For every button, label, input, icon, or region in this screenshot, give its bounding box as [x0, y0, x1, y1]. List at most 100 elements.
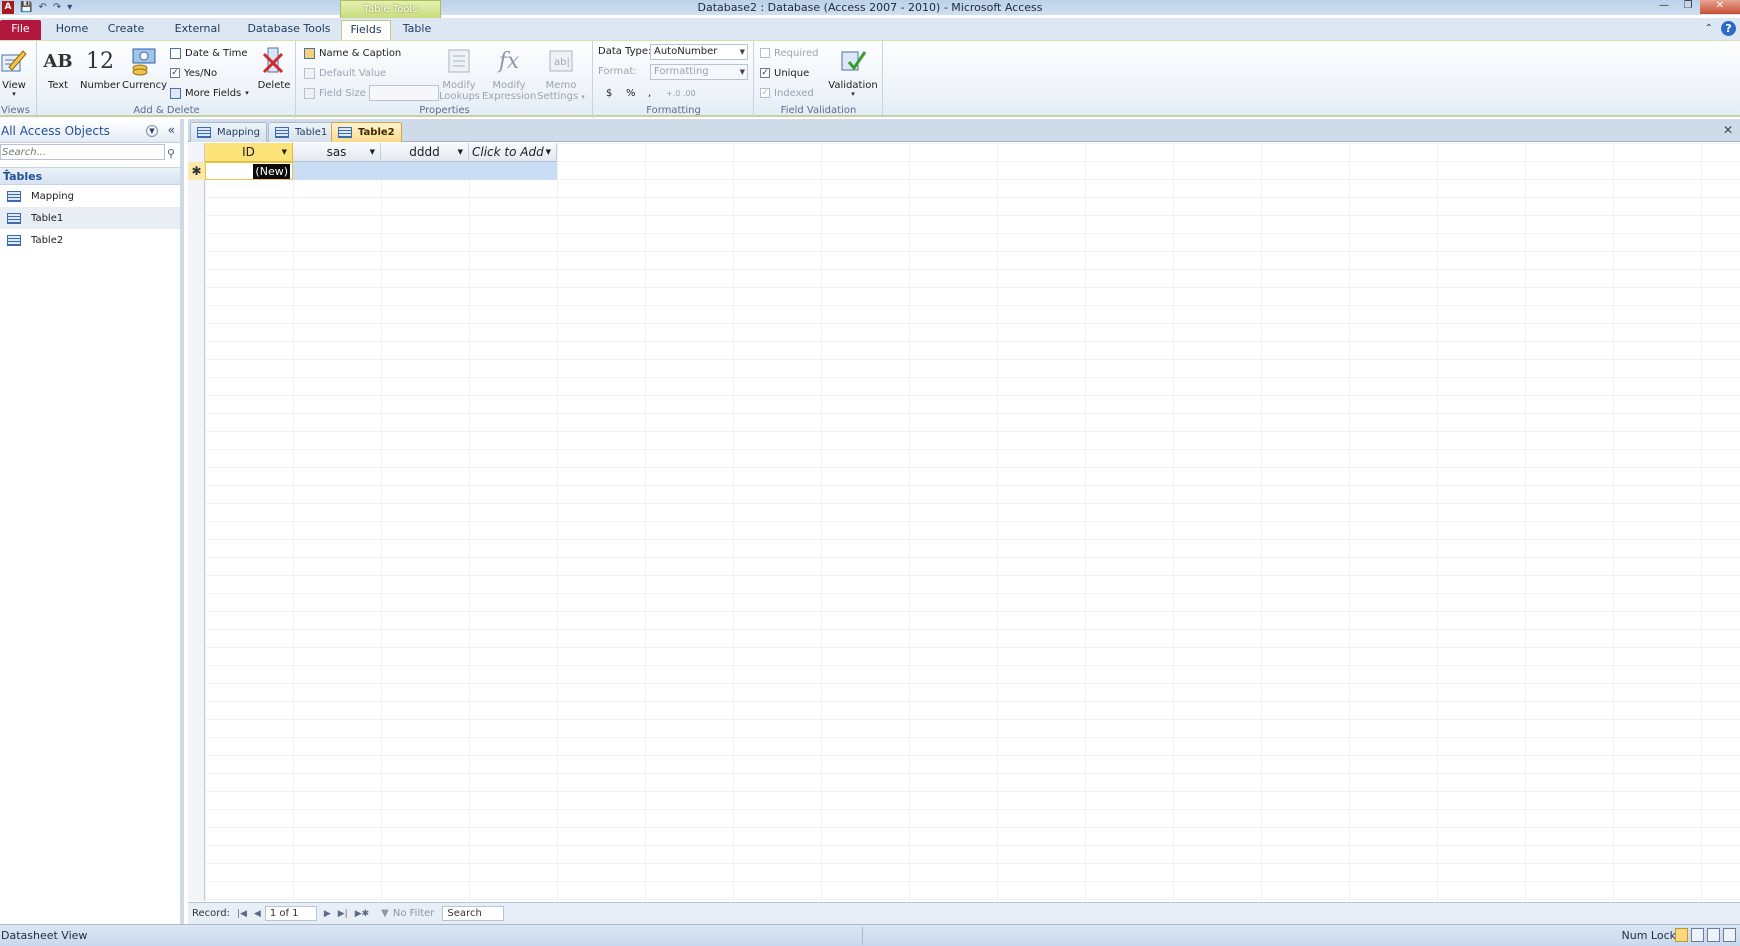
navigation-pane: All Access Objects ▼ « ⚲ Tables ⌃ Mappin… [0, 119, 184, 924]
table-icon [7, 234, 21, 246]
last-record-icon[interactable]: ▶| [338, 909, 348, 919]
current-record-input[interactable]: 1 of 1 [264, 906, 317, 921]
ribbon: View ▾ Views AB Text 12 Number Currency … [0, 40, 1740, 118]
close-window-button[interactable]: ✕ [1700, 0, 1740, 14]
format-select[interactable]: Formatting ▼ [650, 64, 748, 80]
nav-pane-header[interactable]: All Access Objects ▼ « [0, 119, 180, 143]
increase-decimals-button[interactable]: +.0 .00 [666, 84, 696, 102]
text-field-button[interactable]: AB Text [43, 45, 73, 92]
minimize-button[interactable]: — [1652, 0, 1676, 14]
new-record-icon[interactable]: ▶✱ [355, 909, 369, 919]
data-type-select[interactable]: AutoNumber ▼ [650, 44, 748, 60]
modify-lookups-button[interactable]: Modify Lookups [439, 45, 480, 102]
name-caption-button[interactable]: Name & Caption [304, 44, 401, 62]
tab-table[interactable]: Table [396, 20, 438, 40]
validation-button[interactable]: Validation ▾ [827, 45, 879, 98]
close-document-icon[interactable]: ✕ [1723, 123, 1733, 137]
nav-group-tables[interactable]: Tables ⌃ [0, 167, 180, 185]
table-icon [275, 127, 289, 138]
first-record-icon[interactable]: |◀ [237, 909, 247, 919]
title-bar: A 💾 ↶ ↷ ▾ Database2 : Database (Access 2… [0, 0, 1740, 15]
next-record-icon[interactable]: ▶ [324, 909, 331, 919]
design-view-icon[interactable] [1723, 928, 1736, 942]
column-header-click-to-add[interactable]: Click to Add ▼ [469, 143, 557, 162]
datasheet[interactable]: ID ▼ sas ▼ dddd ▼ Click to Add ▼ ✱ (New) [188, 143, 1740, 901]
nav-item-table2[interactable]: Table2 [0, 229, 180, 251]
window-title: Database2 : Database (Access 2007 - 2010… [697, 1, 1043, 14]
column-header-id[interactable]: ID ▼ [205, 143, 293, 162]
status-view-name: Datasheet View [1, 929, 88, 942]
new-record-selector[interactable]: ✱ [188, 162, 205, 180]
tab-file[interactable]: File [0, 20, 41, 40]
currency-format-button[interactable]: $ [606, 84, 612, 102]
memo-settings-button[interactable]: ab| Memo Settings ▾ [537, 45, 585, 103]
nav-search-input[interactable] [0, 144, 165, 160]
number-field-button[interactable]: 12 Number [80, 45, 120, 92]
data-type-label: Data Type: [598, 46, 652, 57]
field-size-input[interactable] [369, 85, 439, 101]
column-header-dddd[interactable]: dddd ▼ [381, 143, 469, 162]
column-dropdown-icon[interactable]: ▼ [282, 143, 287, 161]
date-time-button[interactable]: Date & Time [170, 44, 248, 62]
tab-create[interactable]: Create [103, 20, 149, 40]
modify-expression-button[interactable]: fx Modify Expression [482, 45, 536, 103]
tab-home[interactable]: Home [52, 20, 92, 40]
record-search-input[interactable]: Search [442, 906, 505, 921]
document-area: Mapping Table1 Table2 ✕ ID ▼ sas ▼ dddd ▼ C… [188, 119, 1740, 924]
document-tabs: Mapping Table1 Table2 ✕ [188, 119, 1740, 142]
new-record-row[interactable] [293, 162, 557, 180]
memo-icon: ab| [537, 45, 585, 77]
table-icon [338, 127, 352, 138]
tab-database-tools[interactable]: Database Tools [245, 20, 333, 40]
pivotchart-view-icon[interactable] [1707, 928, 1720, 942]
percent-format-button[interactable]: % [626, 84, 636, 102]
nav-item-table1[interactable]: Table1 [0, 207, 180, 229]
comma-format-button[interactable]: , [648, 84, 651, 102]
record-navigation-bar: Record: |◀ ◀ 1 of 1 ▶ ▶| ▶✱ ▼ No Filter … [188, 902, 1740, 924]
tab-fields[interactable]: Fields [341, 20, 391, 40]
filter-icon: ▼ [381, 908, 389, 919]
lookups-icon [439, 45, 479, 77]
view-button[interactable]: View ▾ [0, 45, 28, 98]
collapse-group-icon[interactable]: ⌃ [3, 169, 170, 179]
indexed-checkbox[interactable]: ✓ Indexed [760, 84, 814, 102]
column-dropdown-icon[interactable]: ▼ [546, 143, 551, 161]
nav-menu-dropdown-icon[interactable]: ▼ [146, 125, 158, 137]
nav-search: ⚲ [0, 144, 180, 164]
no-filter-indicator[interactable]: ▼ No Filter [381, 908, 434, 919]
record-selector-column [188, 143, 205, 901]
name-caption-icon [304, 47, 315, 59]
nav-item-mapping[interactable]: Mapping [0, 185, 180, 207]
default-value-button[interactable]: Default Value [304, 64, 386, 82]
window-controls: — ❐ ✕ [1652, 0, 1740, 14]
column-header-sas[interactable]: sas ▼ [293, 143, 381, 162]
maximize-button[interactable]: ❐ [1676, 0, 1700, 14]
datasheet-view-icon[interactable] [1675, 928, 1688, 942]
required-checkbox[interactable]: Required [760, 44, 819, 62]
more-fields-icon [170, 87, 181, 99]
delete-icon [256, 45, 292, 77]
collapse-nav-icon[interactable]: « [168, 123, 175, 137]
doc-tab-table2[interactable]: Table2 [331, 122, 402, 142]
minimize-ribbon-icon[interactable]: ⌃ [1705, 23, 1713, 34]
field-size-label: Field Size [304, 84, 366, 102]
doc-tab-table1[interactable]: Table1 [268, 122, 335, 142]
doc-tab-mapping[interactable]: Mapping [190, 122, 267, 142]
help-icon[interactable]: ? [1721, 21, 1736, 36]
currency-field-button[interactable]: Currency [122, 45, 167, 91]
tab-external-data[interactable]: External Data [160, 20, 235, 53]
nav-pane-title[interactable]: All Access Objects [1, 124, 110, 138]
unique-checkbox[interactable]: ✓ Unique [760, 64, 809, 82]
previous-record-icon[interactable]: ◀ [254, 909, 261, 919]
column-dropdown-icon[interactable]: ▼ [370, 143, 375, 161]
search-icon[interactable]: ⚲ [167, 147, 175, 160]
more-fields-button[interactable]: More Fields ▾ [170, 84, 249, 102]
delete-field-button[interactable]: Delete [256, 45, 292, 91]
column-dropdown-icon[interactable]: ▼ [458, 143, 463, 161]
views-group-label: Views [1, 105, 30, 116]
help-area: ⌃ ? [1705, 21, 1736, 36]
id-cell-new[interactable]: (New) [205, 162, 293, 180]
yes-no-button[interactable]: ✓ Yes/No [170, 64, 217, 82]
validation-icon [827, 45, 879, 77]
pivottable-view-icon[interactable] [1691, 928, 1704, 942]
